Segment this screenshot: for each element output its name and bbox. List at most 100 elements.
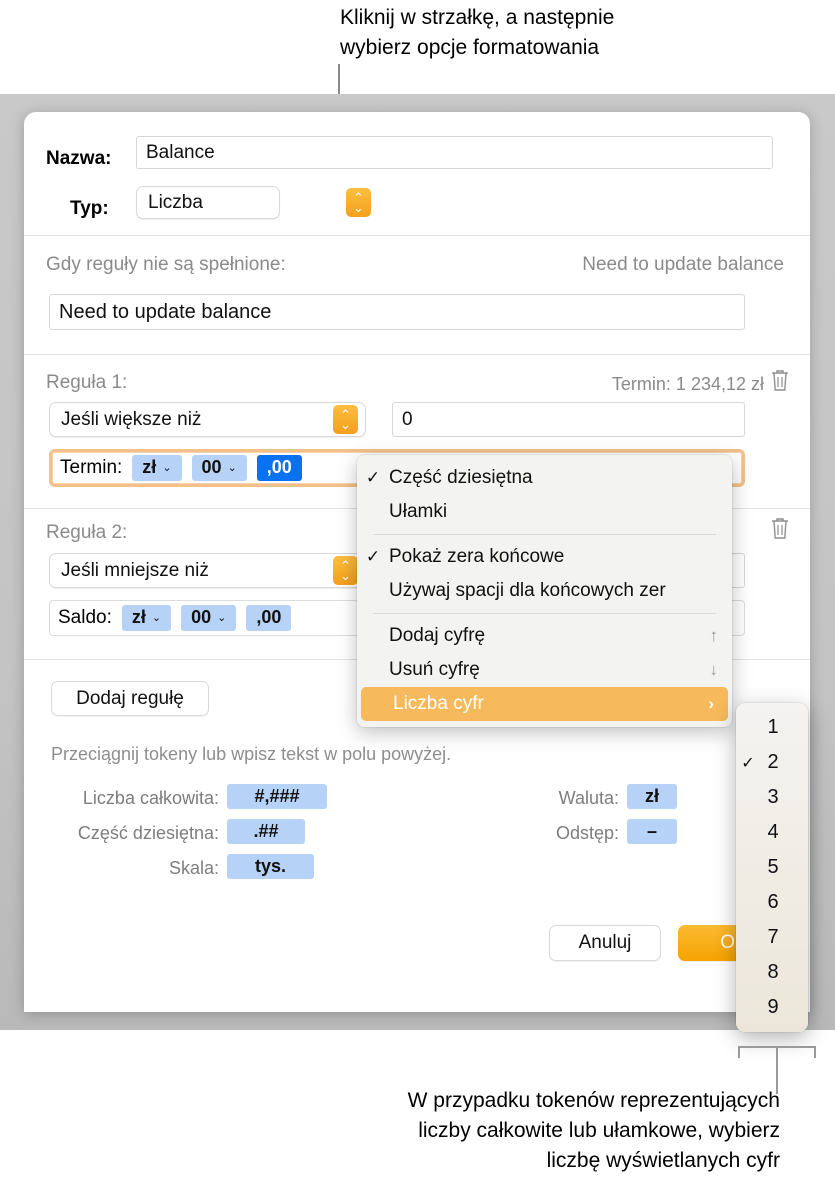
chevron-down-icon: ⌄ xyxy=(227,462,237,474)
decimal-token-chip[interactable]: .## xyxy=(227,819,305,844)
divider-1 xyxy=(24,235,810,236)
rule-2-title: Reguła 2: xyxy=(46,522,128,543)
digit-option-1[interactable]: 1 xyxy=(736,710,808,745)
rule-1-token-label: Termin: xyxy=(60,457,123,478)
menu-item-add-digit[interactable]: Dodaj cyfrę ↑ xyxy=(357,619,732,653)
rule-2-token-label: Saldo: xyxy=(58,607,112,628)
token-integer-rule-1[interactable]: 00 ⌄ xyxy=(191,455,247,481)
arrow-down-icon: ↓ xyxy=(709,660,719,679)
check-icon: ✓ xyxy=(365,468,381,487)
menu-separator-2 xyxy=(373,613,716,614)
digit-option-8[interactable]: 8 xyxy=(736,955,808,990)
fallback-preview: Need to update balance xyxy=(582,254,784,275)
integer-token-label: Liczba całkowita: xyxy=(82,788,219,808)
digit-option-4[interactable]: 4 xyxy=(736,815,808,850)
token-decimal-rule-1-selected[interactable]: ,00 xyxy=(256,455,302,481)
check-icon: ✓ xyxy=(365,547,381,566)
currency-token-label: Waluta: xyxy=(558,788,619,808)
menu-item-use-spaces-trailing-zeros[interactable]: Używaj spacji dla końcowych zer xyxy=(357,574,732,608)
trash-icon-rule-2[interactable] xyxy=(769,516,791,540)
digit-option-6[interactable]: 6 xyxy=(736,885,808,920)
chevron-down-icon: ⌄ xyxy=(151,612,162,624)
menu-item-fractions[interactable]: Ułamki xyxy=(357,495,732,529)
token-decimal-rule-2[interactable]: ,00 xyxy=(246,605,292,631)
cancel-button[interactable]: Anuluj xyxy=(549,925,661,961)
rule-1-preview: Termin: 1 234,12 zł xyxy=(611,374,764,394)
arrow-up-icon: ↑ xyxy=(709,626,719,645)
menu-item-show-trailing-zeros[interactable]: ✓ Pokaż zera końcowe xyxy=(357,540,732,574)
menu-item-label: Dodaj cyfrę xyxy=(389,625,486,646)
digit-label: 1 xyxy=(767,716,779,738)
check-icon: ✓ xyxy=(741,754,755,772)
chevron-down-glyph: ⌄ xyxy=(340,567,351,583)
token-text: ,00 xyxy=(256,607,282,627)
digit-option-5[interactable]: 5 xyxy=(736,850,808,885)
fallback-label: Gdy reguły nie są spełnione: xyxy=(46,254,286,275)
chevron-up-down-icon-type[interactable]: ⌃ ⌄ xyxy=(346,188,371,217)
token-text: 00 xyxy=(191,607,212,627)
name-label: Nazwa: xyxy=(46,148,112,169)
type-select[interactable]: Liczba xyxy=(136,186,280,219)
callout-text-bottom: W przypadku tokenów reprezentujących lic… xyxy=(407,1089,780,1172)
drag-hint-text: Przeciągnij tokeny lub wpisz tekst w pol… xyxy=(51,744,452,764)
callout-bracket-left-tick xyxy=(738,1046,740,1058)
menu-item-label: Pokaż zera końcowe xyxy=(389,546,565,567)
digit-label: 8 xyxy=(767,961,779,983)
digit-label: 4 xyxy=(767,821,779,843)
decimal-token-label: Część dziesiętna: xyxy=(77,823,219,843)
chevron-down-icon: ⌄ xyxy=(162,462,172,474)
digit-label: 3 xyxy=(767,786,779,808)
menu-item-label: Usuń cyfrę xyxy=(389,659,480,680)
menu-separator-1 xyxy=(373,534,716,535)
scale-token-label: Skala: xyxy=(168,858,219,878)
menu-item-label: Używaj spacji dla końcowych zer xyxy=(389,580,666,601)
digit-option-9[interactable]: 9 xyxy=(736,990,808,1025)
rule-1-title: Reguła 1: xyxy=(46,372,128,393)
chevron-right-icon: › xyxy=(708,694,714,713)
currency-token-chip[interactable]: zł xyxy=(627,784,677,809)
trash-icon-rule-1[interactable] xyxy=(769,368,791,392)
divider-2 xyxy=(24,354,810,355)
digit-option-2[interactable]: ✓ 2 xyxy=(736,745,808,780)
scale-token-chip[interactable]: tys. xyxy=(227,854,314,879)
chevron-down-glyph: ⌄ xyxy=(340,416,351,432)
menu-item-label: Liczba cyfr xyxy=(393,693,484,714)
menu-item-decimal-part[interactable]: ✓ Część dziesiętna xyxy=(357,461,732,495)
menu-item-remove-digit[interactable]: Usuń cyfrę ↓ xyxy=(357,653,732,687)
rule-1-threshold-input[interactable]: 0 xyxy=(392,402,745,437)
digit-count-submenu[interactable]: 1 ✓ 2 3 4 5 6 7 8 9 xyxy=(736,703,808,1032)
chevron-up-down-icon-rule-1[interactable]: ⌃ ⌄ xyxy=(333,405,358,434)
chevron-down-icon: ⌄ xyxy=(217,612,227,624)
callout-bracket-right-tick xyxy=(814,1046,816,1058)
token-text: zł xyxy=(142,457,157,477)
name-input[interactable]: Balance xyxy=(136,136,773,169)
token-currency-rule-2[interactable]: zł ⌄ xyxy=(121,605,172,631)
format-context-menu[interactable]: ✓ Część dziesiętna Ułamki ✓ Pokaż zera k… xyxy=(357,455,732,727)
spacing-token-chip[interactable]: – xyxy=(627,819,677,844)
digit-label: 6 xyxy=(767,891,779,913)
type-label: Typ: xyxy=(70,198,109,219)
fallback-input[interactable]: Need to update balance xyxy=(49,294,745,330)
rule-1-condition-select[interactable]: Jeśli większe niż xyxy=(49,402,366,437)
chevron-down-glyph: ⌄ xyxy=(353,199,364,215)
token-text: zł xyxy=(131,607,146,627)
integer-token-chip[interactable]: #,### xyxy=(227,784,327,809)
rule-2-condition-select[interactable]: Jeśli mniejsze niż xyxy=(49,553,366,588)
chevron-up-down-icon-rule-2[interactable]: ⌃ ⌄ xyxy=(333,556,358,585)
menu-item-label: Część dziesiętna xyxy=(389,467,533,488)
menu-item-digit-count[interactable]: Liczba cyfr › xyxy=(361,687,728,721)
digit-option-3[interactable]: 3 xyxy=(736,780,808,815)
digit-option-7[interactable]: 7 xyxy=(736,920,808,955)
callout-text-top: Kliknij w strzałkę, a następnie wybierz … xyxy=(340,6,615,59)
digit-label: 7 xyxy=(767,926,779,948)
token-currency-rule-1[interactable]: zł ⌄ xyxy=(132,455,182,481)
digit-label: 9 xyxy=(767,996,779,1018)
token-text: 00 xyxy=(201,457,222,477)
token-integer-rule-2[interactable]: 00 ⌄ xyxy=(181,605,237,631)
spacing-token-label: Odstęp: xyxy=(555,823,619,843)
add-rule-button[interactable]: Dodaj regułę xyxy=(51,681,209,716)
digit-label: 5 xyxy=(767,856,779,878)
menu-item-label: Ułamki xyxy=(389,501,448,522)
token-text: ,00 xyxy=(266,457,292,477)
digit-label: 2 xyxy=(767,751,779,773)
